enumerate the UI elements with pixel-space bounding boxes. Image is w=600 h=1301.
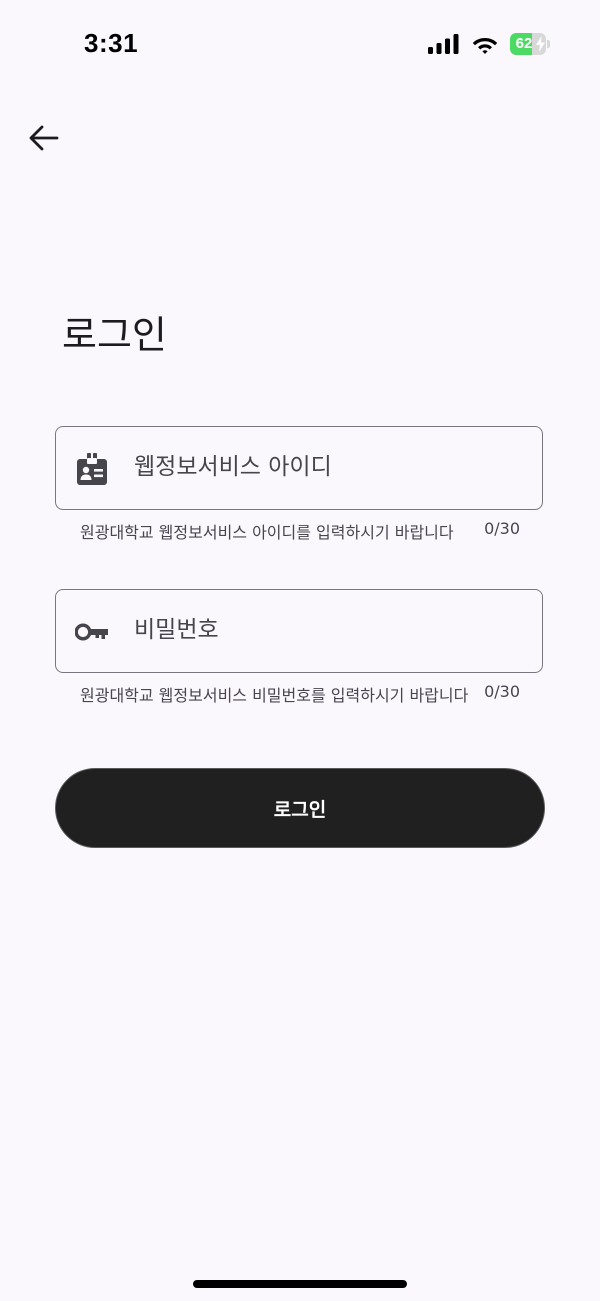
page-title: 로그인 — [62, 313, 167, 357]
login-button[interactable]: 로그인 — [55, 768, 545, 848]
status-time: 3:31 — [84, 28, 139, 58]
id-helper: 원광대학교 웹정보서비스 아이디를 입력하시기 바랍니다 0/30 — [80, 519, 520, 543]
id-badge-icon — [74, 451, 110, 487]
home-indicator[interactable] — [193, 1280, 407, 1288]
password-input[interactable] — [134, 590, 524, 670]
status-icons: 62 — [428, 33, 550, 55]
id-helper-text: 원광대학교 웹정보서비스 아이디를 입력하시기 바랍니다 — [80, 523, 454, 542]
battery-charging-icon: 62 — [510, 33, 550, 55]
status-bar: 3:31 62 — [0, 0, 600, 90]
key-icon — [74, 614, 110, 650]
id-input[interactable] — [134, 427, 524, 507]
battery-level: 62 — [515, 35, 533, 52]
arrow-back-icon — [29, 125, 59, 151]
back-button[interactable] — [24, 118, 64, 158]
wifi-icon — [472, 38, 498, 54]
cellular-signal-icon — [428, 34, 459, 54]
password-helper-text: 원광대학교 웹정보서비스 비밀번호를 입력하시기 바랍니다 — [80, 686, 469, 705]
password-helper: 원광대학교 웹정보서비스 비밀번호를 입력하시기 바랍니다 0/30 — [80, 682, 520, 706]
id-field[interactable] — [55, 426, 543, 510]
id-char-counter: 0/30 — [484, 519, 520, 538]
password-char-counter: 0/30 — [484, 682, 520, 701]
password-field[interactable] — [55, 589, 543, 673]
